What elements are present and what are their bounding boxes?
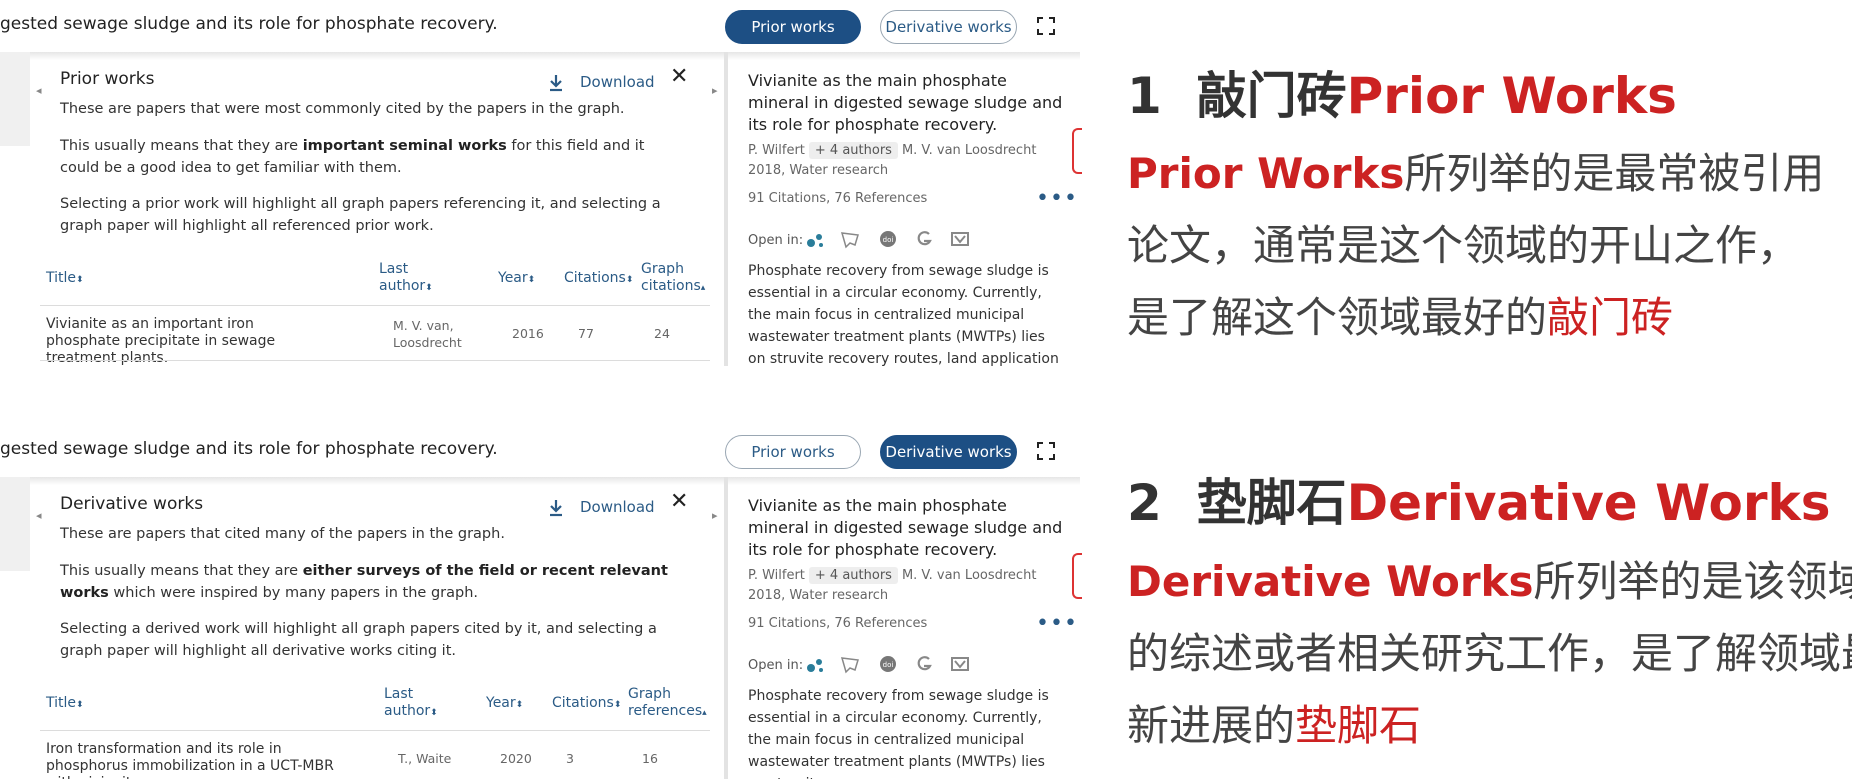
row-citations: 77 [578, 326, 594, 341]
selected-paper-title: Vivianite as the main phosphate mineral … [748, 496, 1063, 559]
close-icon[interactable]: ✕ [670, 66, 688, 88]
note-2-heading: 2 垫脚石Derivative Works [1127, 474, 1831, 532]
prior-works-tab[interactable]: Prior works [725, 10, 861, 44]
scroll-marker [1072, 128, 1082, 174]
top-bar: gested sewage sludge and its role for ph… [0, 0, 1082, 52]
note-2-line-3: 新进展的垫脚石 [1127, 701, 1422, 750]
svg-text:doi: doi [883, 236, 894, 244]
google-scholar-icon[interactable] [914, 654, 934, 674]
section-title: Prior works [60, 69, 155, 89]
more-authors-pill[interactable]: + 4 authors [808, 142, 898, 159]
description-2: This usually means that they are importa… [60, 138, 645, 176]
row-title[interactable]: Iron transformation and its role in phos… [46, 741, 346, 779]
panel-divider[interactable] [724, 477, 728, 779]
doi-icon[interactable]: doi [878, 229, 898, 249]
download-icon[interactable] [548, 499, 564, 517]
download-button[interactable]: Download [580, 73, 655, 91]
panel-divider[interactable] [724, 52, 728, 366]
description-2: This usually means that they are either … [60, 563, 668, 601]
collapse-left-icon[interactable]: ◂ [36, 509, 42, 522]
row-title[interactable]: Vivianite as an important iron phosphate… [46, 316, 326, 366]
pubmed-icon[interactable] [840, 229, 860, 249]
note-2-line-2: 的综述或者相关研究工作，是了解领域最 [1127, 629, 1852, 678]
derivative-works-tab[interactable]: Derivative works [880, 435, 1017, 469]
note-1-line-2: 论文，通常是这个领域的开山之作， [1127, 221, 1800, 270]
col-header-title[interactable]: Title⬍ [46, 695, 84, 714]
table-row-rule [40, 360, 710, 361]
paper-stats: 91 Citations, 76 References [748, 191, 928, 206]
microsoft-academic-icon[interactable] [950, 654, 970, 674]
col-header-citations[interactable]: Citations⬍ [552, 695, 621, 714]
paper-abstract: Phosphate recovery from sewage sludge is… [748, 263, 1059, 366]
col-header-year[interactable]: Year⬍ [498, 270, 535, 289]
semantic-scholar-icon[interactable] [806, 229, 826, 249]
google-scholar-icon[interactable] [914, 229, 934, 249]
note-1-line-3: 是了解这个领域最好的敲门砖 [1127, 293, 1674, 342]
pubmed-icon[interactable] [840, 654, 860, 674]
doi-icon[interactable]: doi [878, 654, 898, 674]
col-header-title[interactable]: Title⬍ [46, 270, 84, 289]
section-title: Derivative works [60, 494, 204, 514]
row-author: T., Waite [398, 751, 452, 766]
download-button[interactable]: Download [580, 498, 655, 516]
selected-paper-title: Vivianite as the main phosphate mineral … [748, 71, 1063, 134]
paper-abstract: Phosphate recovery from sewage sludge is… [748, 688, 1049, 779]
col-header-graph-citations[interactable]: Graph citations▴ [641, 261, 713, 297]
close-icon[interactable]: ✕ [670, 491, 688, 513]
paper-year-venue: 2018, Water research [748, 163, 889, 178]
semantic-scholar-icon[interactable] [806, 654, 826, 674]
description-1: These are papers that cited many of the … [60, 526, 505, 542]
row-year: 2016 [512, 326, 544, 341]
note-1-line-1: Prior Works所列举的是最常被引用 [1127, 149, 1825, 198]
description-3: Selecting a prior work will highlight al… [60, 196, 661, 234]
download-icon[interactable] [548, 74, 564, 92]
col-header-last-author[interactable]: Last author⬍ [384, 686, 444, 722]
header-shadow [30, 477, 1080, 485]
paper-authors: P. Wilfert + 4 authors M. V. van Loosdrech… [748, 142, 1037, 159]
prior-works-panel: gested sewage sludge and its role for ph… [0, 0, 1082, 366]
open-in-label: Open in: [748, 658, 804, 673]
left-edge [0, 477, 30, 571]
prior-works-tab[interactable]: Prior works [725, 435, 861, 469]
paper-authors: P. Wilfert + 4 authors M. V. van Loosdrech… [748, 567, 1037, 584]
table-header-rule [40, 305, 710, 306]
col-header-last-author[interactable]: Last author⬍ [379, 261, 439, 297]
row-citations: 3 [566, 751, 574, 766]
fullscreen-icon[interactable] [1036, 441, 1056, 461]
derivative-works-tab[interactable]: Derivative works [880, 10, 1017, 44]
row-author: M. V. van, Loosdrecht [393, 318, 462, 350]
row-graph-citations: 24 [654, 326, 670, 341]
derivative-works-panel: gested sewage sludge and its role for ph… [0, 425, 1082, 779]
top-bar: gested sewage sludge and its role for ph… [0, 425, 1082, 477]
scroll-marker [1072, 553, 1082, 599]
note-1-heading: 1 敲门砖Prior Works [1127, 67, 1677, 125]
more-options-icon[interactable]: ••• [1036, 611, 1078, 636]
description-1: These are papers that were most commonly… [60, 101, 625, 117]
col-header-citations[interactable]: Citations⬍ [564, 270, 633, 289]
row-year: 2020 [500, 751, 532, 766]
more-authors-pill[interactable]: + 4 authors [808, 567, 898, 584]
paper-title-truncated: gested sewage sludge and its role for ph… [0, 439, 498, 459]
more-options-icon[interactable]: ••• [1036, 186, 1078, 211]
paper-stats: 91 Citations, 76 References [748, 616, 928, 631]
paper-year-venue: 2018, Water research [748, 588, 889, 603]
paper-title-truncated: gested sewage sludge and its role for ph… [0, 14, 498, 34]
description-3: Selecting a derived work will highlight … [60, 621, 657, 659]
fullscreen-icon[interactable] [1036, 16, 1056, 36]
svg-text:doi: doi [883, 661, 894, 669]
expand-right-icon[interactable]: ▸ [712, 84, 718, 97]
expand-right-icon[interactable]: ▸ [712, 509, 718, 522]
row-graph-references: 16 [642, 751, 658, 766]
microsoft-academic-icon[interactable] [950, 229, 970, 249]
header-shadow [30, 52, 1080, 60]
note-2-line-1: Derivative Works所列举的是该领域新 [1127, 557, 1852, 606]
left-edge [0, 52, 30, 146]
table-header-rule [40, 730, 710, 731]
col-header-year[interactable]: Year⬍ [486, 695, 523, 714]
col-header-graph-references[interactable]: Graph references▴ [628, 686, 712, 722]
collapse-left-icon[interactable]: ◂ [36, 84, 42, 97]
open-in-label: Open in: [748, 233, 804, 248]
